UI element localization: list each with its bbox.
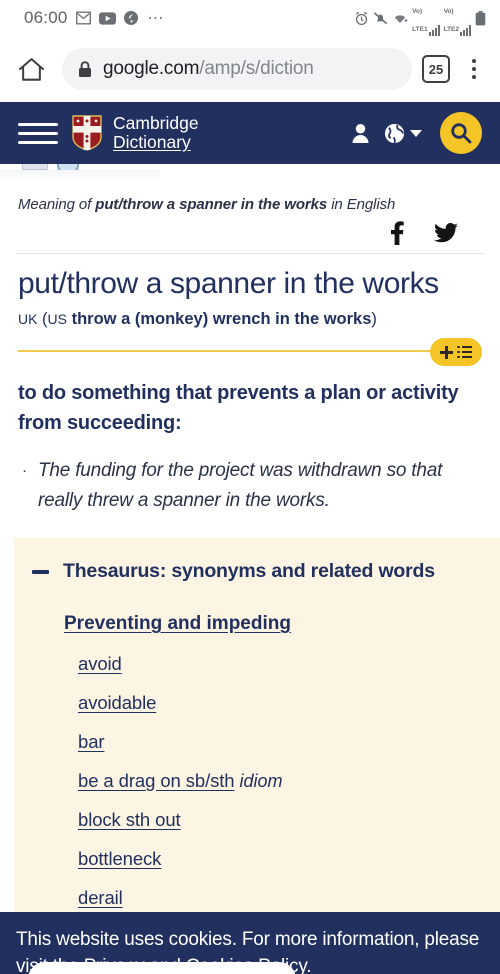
- cookie-text-after: .: [306, 956, 312, 974]
- variant-close-paren: ): [371, 310, 377, 328]
- cookie-banner: This website uses cookies. For more info…: [0, 912, 500, 974]
- thesaurus-header[interactable]: Thesaurus: synonyms and related words: [14, 560, 500, 583]
- sim1-signal-bars: [428, 25, 440, 36]
- list-item: avoid: [78, 653, 500, 692]
- android-status-bar: 06:00 ⋯ Vo) LTE1 Vo) LTE2: [0, 0, 500, 36]
- language-selector[interactable]: [384, 123, 422, 144]
- browser-toolbar: google.com/amp/s/diction 25: [0, 36, 500, 102]
- example-item: · The funding for the project was withdr…: [14, 438, 486, 516]
- list-item: block sth out: [78, 809, 500, 848]
- plus-icon: [440, 345, 453, 359]
- status-overflow-dots: ⋯: [147, 10, 165, 27]
- sim2-signal-bars: [460, 25, 471, 36]
- add-to-wordlist-button[interactable]: [430, 338, 482, 366]
- meaning-suffix: in English: [327, 196, 396, 213]
- list-item: bottleneck: [78, 848, 500, 887]
- url-domain: google.com: [103, 58, 200, 79]
- home-icon: [18, 57, 44, 81]
- twitter-share-icon[interactable]: [434, 221, 458, 245]
- word-part-of-speech: idiom: [239, 771, 283, 791]
- breadcrumb: Meaning of put/throw a spanner in the wo…: [14, 180, 486, 213]
- phone-screen: 06:00 ⋯ Vo) LTE1 Vo) LTE2 google.com/amp…: [0, 0, 500, 974]
- definition-text: to do something that prevents a plan or …: [18, 382, 459, 434]
- sim2-network-label: LTE2: [443, 26, 459, 33]
- url-text: google.com/amp/s/diction: [103, 58, 314, 80]
- search-icon: [451, 123, 472, 144]
- thesaurus-word-link[interactable]: bar: [78, 731, 105, 752]
- globe-icon: [384, 123, 405, 144]
- region-us-label: US: [47, 311, 67, 327]
- url-bar[interactable]: google.com/amp/s/diction: [62, 48, 412, 90]
- brand-line-1: Cambridge: [113, 113, 199, 133]
- site-brand[interactable]: Cambridge Dictionary: [72, 114, 351, 152]
- lock-icon: [78, 60, 92, 78]
- cambridge-crest-icon: [72, 115, 102, 151]
- sim2-signal-indicator: Vo) LTE2: [444, 0, 471, 36]
- thesaurus-word-link[interactable]: be a drag on sb/sth: [78, 770, 235, 791]
- regional-variant: UK (US throw a (monkey) wrench in the wo…: [14, 302, 486, 330]
- variant-term: throw a (monkey) wrench in the works: [71, 310, 372, 328]
- thesaurus-word-link[interactable]: block sth out: [78, 809, 181, 830]
- facebook-share-icon[interactable]: [391, 221, 404, 245]
- status-bar-right: Vo) LTE1 Vo) LTE2: [354, 0, 486, 36]
- list-item: be a drag on sb/sth idiom: [78, 770, 500, 809]
- sim1-volte-label: Vo): [412, 8, 423, 15]
- search-button[interactable]: [440, 112, 482, 154]
- clipped-page-element: [0, 164, 500, 180]
- list-item: avoidable: [78, 692, 500, 731]
- region-uk-label: UK: [18, 311, 38, 327]
- example-text: The funding for the project was withdraw…: [38, 460, 443, 511]
- thesaurus-panel: Thesaurus: synonyms and related words Pr…: [14, 538, 500, 965]
- site-header: Cambridge Dictionary: [0, 102, 500, 164]
- thesaurus-word-link[interactable]: avoid: [78, 653, 122, 674]
- thesaurus-title: Thesaurus: synonyms and related words: [63, 560, 435, 582]
- tab-switcher-button[interactable]: 25: [422, 55, 450, 83]
- meaning-term: put/throw a spanner in the works: [95, 196, 328, 213]
- entry-divider-row: [14, 338, 486, 372]
- thesaurus-word-link[interactable]: derail: [78, 887, 123, 908]
- youtube-icon: [98, 11, 116, 25]
- home-button[interactable]: [10, 48, 52, 90]
- app-notification-icon: [123, 11, 138, 25]
- meaning-prefix: Meaning of: [18, 196, 96, 213]
- url-path: /amp/s/diction: [199, 58, 314, 79]
- mute-bell-icon: [373, 11, 388, 26]
- gmail-icon: [75, 11, 91, 25]
- chevron-down-icon: [410, 129, 422, 137]
- list-item: bar: [78, 731, 500, 770]
- status-bar-left: 06:00 ⋯: [24, 8, 354, 28]
- thesaurus-category-link[interactable]: Preventing and impeding: [14, 583, 291, 635]
- thesaurus-word-link[interactable]: bottleneck: [78, 848, 161, 869]
- sim2-volte-label: Vo): [443, 8, 454, 15]
- yellow-divider: [18, 350, 470, 352]
- cookie-accept-button[interactable]: [28, 962, 296, 974]
- alarm-icon: [354, 11, 369, 26]
- share-row: [14, 213, 486, 253]
- user-account-icon[interactable]: [351, 123, 370, 144]
- header-actions: [351, 112, 482, 154]
- thesaurus-word-link[interactable]: avoidable: [78, 692, 156, 713]
- minus-collapse-icon[interactable]: [32, 569, 49, 574]
- browser-menu-button[interactable]: [460, 59, 488, 79]
- wifi-icon: [392, 12, 408, 25]
- dictionary-entry: Meaning of put/throw a spanner in the wo…: [0, 180, 500, 516]
- hamburger-menu-icon[interactable]: [18, 122, 58, 144]
- page-title: put/throw a spanner in the works: [18, 267, 439, 300]
- sim1-network-label: LTE1: [412, 26, 428, 33]
- example-bullet: ·: [22, 462, 27, 479]
- brand-line-2: Dictionary: [113, 132, 191, 152]
- status-bar-clock: 06:00: [24, 8, 68, 27]
- sim1-signal-indicator: Vo) LTE1: [412, 0, 440, 36]
- brand-text: Cambridge Dictionary: [113, 114, 199, 152]
- list-icon: [457, 346, 472, 359]
- battery-icon: [475, 10, 486, 26]
